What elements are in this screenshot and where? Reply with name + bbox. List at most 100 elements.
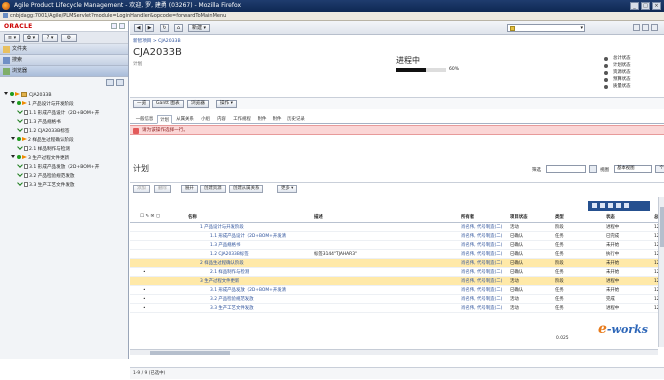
export-icon[interactable] [608, 203, 613, 208]
actions-button[interactable]: 操作 ▾ [216, 100, 237, 108]
row-name-link[interactable]: 1.2 CJA2033B标签 [210, 250, 330, 259]
row-name-link[interactable]: 2 样品生过程确认阶段 [200, 259, 320, 268]
table-row[interactable]: 1.1 形成产品设计（2D+BOM+开发清 肖名伟, 代号制造(二) 已确认 任务 已完… [130, 232, 664, 241]
grid-horizontal-scrollbar[interactable] [130, 349, 658, 355]
table-row[interactable]: •3.2 产品检验规范发放肖名伟, 代号制造(二)活动任务完成12. [130, 295, 664, 304]
row-owner-link[interactable]: 肖名伟, 代号制造(二) [461, 250, 517, 259]
table-row[interactable]: 1 产品设计与开发阶段肖名伟, 代号制造(二)活动阶段进程中12. [130, 223, 664, 232]
home-button[interactable]: ⌂ [174, 24, 183, 32]
row-name-link[interactable]: 1 产品设计与开发阶段 [200, 223, 320, 232]
row-owner-link[interactable]: 肖名伟, 代号制造(二) [461, 223, 517, 232]
sidebar-item-folders[interactable]: 文件夹 [0, 44, 128, 55]
tab-3[interactable]: 小组 [198, 115, 213, 124]
browser-button[interactable]: 浏览器 [187, 100, 209, 108]
header-description[interactable]: 描述 [314, 214, 323, 220]
table-row[interactable]: 1.2 CJA2033B标签 标签3144"TJAHAR3" 肖名伟, 代号制造(二… [130, 250, 664, 259]
back-button[interactable]: ◀ [134, 24, 143, 32]
menu-button[interactable]: ≡ ▾ [4, 33, 20, 42]
gantt-button[interactable]: Gantt 图表 [152, 100, 184, 108]
chevron-down-icon[interactable]: ▾ [580, 26, 583, 31]
remove-button[interactable]: 删除 [154, 185, 171, 193]
tab-7[interactable]: 附件 [270, 115, 284, 124]
tree-item[interactable]: 3.3 生产工艺文件发放 [0, 180, 128, 190]
row-owner-link[interactable]: 肖名伟, 代号制造(二) [461, 286, 517, 295]
email-icon[interactable] [642, 24, 649, 31]
scroll-thumb[interactable] [150, 351, 230, 355]
refresh-button[interactable]: ↻ [160, 24, 169, 32]
breadcrumb[interactable]: 新智项目 > CJA2033B [133, 38, 181, 44]
sidebar-item-browser[interactable]: 浏览器 [0, 66, 128, 77]
tab-2[interactable]: 从属关系 [173, 115, 197, 124]
user-icon[interactable] [111, 23, 117, 29]
columns-icon[interactable] [616, 203, 621, 208]
table-row[interactable]: 2 样品生过程确认阶段肖名伟, 代号制造(二)已确认阶段未开始12. [130, 259, 664, 268]
add-button[interactable]: 添加 [133, 185, 150, 193]
grid-vertical-scrollbar[interactable] [658, 197, 664, 347]
tab-0[interactable]: 一般信息 [133, 115, 156, 124]
row-owner-link[interactable]: 肖名伟, 代号制造(二) [461, 241, 517, 250]
tab-5[interactable]: 工作规程 [230, 115, 254, 124]
new-menu-button[interactable]: 新建 ▾ [188, 24, 210, 32]
maximize-button[interactable]: □ [641, 2, 650, 10]
row-owner-link[interactable]: 肖名伟, 代号制造(二) [461, 295, 517, 304]
row-name-link[interactable]: 3.3 生产工艺文件发放 [210, 304, 330, 313]
tree-item[interactable]: 2.1 样品制作与检测 [0, 144, 128, 154]
quick-search-input[interactable]: ▾ [507, 24, 585, 32]
row-name-link[interactable]: 1.3 产品规格书 [210, 241, 330, 250]
header-name[interactable]: 名称 [188, 214, 197, 220]
help-icon[interactable] [624, 203, 629, 208]
table-row[interactable]: • 3.1 形成产品发放（2D+BOM+开发清 肖名伟, 代号制造(二) 已确认 任务 未… [130, 286, 664, 295]
more-button[interactable]: 更多 ▾ [277, 185, 298, 193]
print-icon[interactable] [633, 24, 640, 31]
header-owner[interactable]: 所有者 [461, 214, 474, 220]
row-owner-link[interactable]: 肖名伟, 代号制造(二) [461, 232, 517, 241]
sidebar-item-search[interactable]: 搜索 [0, 55, 128, 66]
table-row[interactable]: 3 生产过程文件更新肖名伟, 代号制造(二)活动阶段进程中12. [130, 277, 664, 286]
help-icon[interactable] [119, 23, 125, 29]
tree-item[interactable]: CJA2033B [0, 91, 128, 100]
zoom-in-icon[interactable] [592, 203, 597, 208]
tab-1[interactable]: 计划 [157, 115, 172, 124]
layout-icon[interactable] [651, 24, 658, 31]
tab-6[interactable]: 附件 [255, 115, 269, 124]
row-name-link[interactable]: 3.1 形成产品发放（2D+BOM+开发清 [210, 286, 330, 295]
collapse-all-icon[interactable] [116, 79, 124, 86]
row-name-link[interactable]: 2.1 样品制作与检测 [210, 268, 330, 277]
settings-button[interactable]: ⚙ [61, 33, 77, 42]
forward-button[interactable]: ▶ [145, 24, 154, 32]
filter-input[interactable] [546, 165, 586, 173]
tree-item[interactable]: 1.2 CJA2033B标签 [0, 126, 128, 136]
create-resource-button[interactable]: 创建资源 [200, 185, 226, 193]
row-owner-link[interactable]: 肖名伟, 代号制造(二) [461, 304, 517, 313]
expand-triangle-icon[interactable] [11, 137, 15, 140]
row-owner-link[interactable]: 肖名伟, 代号制造(二) [461, 268, 517, 277]
table-row[interactable]: •3.3 生产工艺文件发放肖名伟, 代号制造(二)活动任务进程中12. [130, 304, 664, 313]
expand-triangle-icon[interactable] [11, 101, 15, 104]
table-row[interactable]: •2.1 样品制作与检测肖名伟, 代号制造(二)已确认任务未开始12. [130, 268, 664, 277]
address-bar[interactable]: cnbjdagg:7001/Agile/PLMServlet?module=Lo… [0, 12, 664, 21]
overview-button[interactable]: 一览 [133, 100, 151, 108]
expand-triangle-icon[interactable] [4, 92, 8, 95]
expand-button[interactable]: 展开 [181, 185, 198, 193]
filter-go-button[interactable] [589, 165, 597, 173]
customize-button[interactable]: 个性化 [655, 165, 664, 173]
scroll-thumb[interactable] [660, 207, 664, 247]
view-select[interactable]: 基本视图 [614, 165, 652, 173]
close-button[interactable]: × [652, 2, 661, 10]
expand-all-icon[interactable] [106, 79, 114, 86]
table-row[interactable]: 1.3 产品规格书肖名伟, 代号制造(二)已确认任务未开始12. [130, 241, 664, 250]
header-type[interactable]: 类型 [555, 214, 564, 220]
expand-triangle-icon[interactable] [11, 155, 15, 158]
minimize-button[interactable]: _ [630, 2, 639, 10]
create-button[interactable]: ✿ ▾ [23, 33, 39, 42]
header-status[interactable]: 状态 [606, 214, 615, 220]
row-name-link[interactable]: 3.2 产品检验规范发放 [210, 295, 330, 304]
row-name-link[interactable]: 3 生产过程文件更新 [200, 277, 320, 286]
tab-8[interactable]: 历史记录 [285, 115, 307, 124]
row-name-link[interactable]: 1.1 形成产品设计（2D+BOM+开发清 [210, 232, 330, 241]
header-project-status[interactable]: 项目状态 [510, 214, 528, 220]
row-owner-link[interactable]: 肖名伟, 代号制造(二) [461, 259, 517, 268]
create-dependency-button[interactable]: 创建从属关系 [229, 185, 264, 193]
tab-4[interactable]: 内容 [214, 115, 229, 124]
help-button[interactable]: ? ▾ [42, 33, 58, 42]
